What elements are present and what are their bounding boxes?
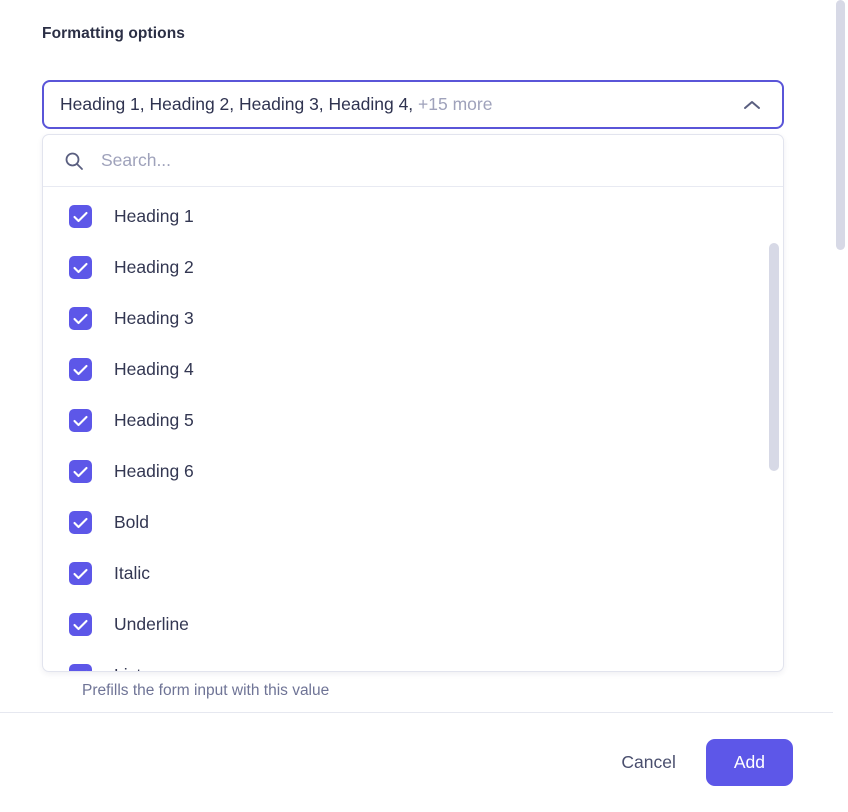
option-row[interactable]: Heading 6	[43, 446, 783, 497]
dropdown-panel: Heading 1 Heading 2 Heading 3	[42, 134, 784, 672]
checkbox-checked-icon[interactable]	[69, 613, 92, 636]
option-label: Italic	[114, 563, 150, 583]
select-value: Heading 1, Heading 2, Heading 3, Heading…	[60, 94, 740, 115]
option-label: Underline	[114, 614, 189, 634]
option-row[interactable]: Heading 1	[43, 191, 783, 242]
checkbox-checked-icon[interactable]	[69, 409, 92, 432]
checkbox-checked-icon[interactable]	[69, 511, 92, 534]
field-label: Formatting options	[42, 25, 186, 42]
option-label: Heading 4	[114, 359, 194, 379]
option-label: Bold	[114, 512, 150, 532]
option-row[interactable]: Heading 3	[43, 293, 783, 344]
options-list-scrollbar[interactable]	[768, 243, 780, 671]
option-label: Heading 5	[114, 410, 194, 430]
option-row[interactable]: Heading 5	[43, 395, 783, 446]
option-label: Heading 3	[114, 308, 194, 328]
options-list: Heading 1 Heading 2 Heading 3 Heading 4 …	[43, 187, 783, 671]
option-row[interactable]: List	[43, 650, 783, 671]
option-label: Heading 2	[114, 257, 194, 277]
search-input[interactable]	[101, 150, 765, 171]
option-label: Heading 6	[114, 461, 194, 481]
checkbox-checked-icon[interactable]	[69, 358, 92, 381]
page-scrollbar-thumb[interactable]	[836, 0, 845, 250]
option-label: List	[114, 665, 141, 671]
dialog-footer: Cancel Add	[0, 713, 833, 812]
cancel-button[interactable]: Cancel	[605, 742, 691, 783]
search-icon	[63, 150, 85, 172]
dialog-body: Formatting options Heading 1, Heading 2,…	[0, 0, 848, 812]
checkbox-checked-icon[interactable]	[69, 562, 92, 585]
select-selected-text: Heading 1, Heading 2, Heading 3, Heading…	[60, 94, 414, 114]
checkbox-checked-icon[interactable]	[69, 664, 92, 671]
option-row[interactable]: Underline	[43, 599, 783, 650]
page-scrollbar[interactable]	[833, 0, 848, 812]
option-row[interactable]: Bold	[43, 497, 783, 548]
formatting-options-select[interactable]: Heading 1, Heading 2, Heading 3, Heading…	[42, 80, 784, 129]
checkbox-checked-icon[interactable]	[69, 460, 92, 483]
option-label: Heading 1	[114, 206, 194, 226]
search-row[interactable]	[43, 135, 783, 187]
option-row[interactable]: Italic	[43, 548, 783, 599]
options-list-scrollbar-thumb[interactable]	[769, 243, 779, 471]
checkbox-checked-icon[interactable]	[69, 256, 92, 279]
checkbox-checked-icon[interactable]	[69, 205, 92, 228]
checkbox-checked-icon[interactable]	[69, 307, 92, 330]
option-row[interactable]: Heading 4	[43, 344, 783, 395]
select-more-count: +15 more	[413, 94, 493, 114]
chevron-up-icon[interactable]	[740, 93, 764, 117]
option-row[interactable]: Heading 2	[43, 242, 783, 293]
add-button[interactable]: Add	[705, 739, 793, 786]
field-help-text: Prefills the form input with this value	[82, 682, 330, 699]
